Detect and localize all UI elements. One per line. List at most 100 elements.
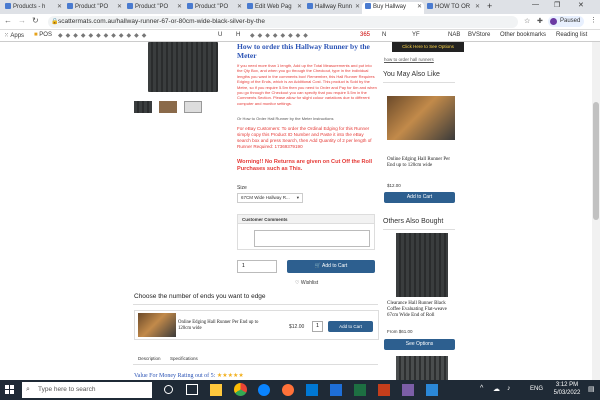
mail-icon[interactable]: [306, 384, 318, 396]
product-image[interactable]: [148, 42, 218, 92]
tab-specifications[interactable]: Specifications: [170, 356, 198, 361]
product-image-partial[interactable]: [396, 356, 448, 380]
profile-button[interactable]: Paused: [548, 16, 584, 27]
instructions-link[interactable]: Or How to Order Hall Runner by the Meter…: [237, 116, 377, 121]
app-icon[interactable]: [426, 384, 438, 396]
also-like-image[interactable]: [387, 96, 455, 140]
see-options-button[interactable]: See Options: [384, 339, 455, 350]
apps-icon: ⁙: [4, 33, 10, 39]
maximize-button[interactable]: ❐: [554, 1, 560, 9]
taskbar-search-input[interactable]: ⌕ Type here to search: [22, 382, 152, 398]
scrollbar-thumb[interactable]: [593, 102, 599, 220]
extensions-icon[interactable]: ✚: [537, 17, 543, 25]
excel-icon[interactable]: [354, 384, 366, 396]
browser-tab[interactable]: HOW TO OR ✕: [424, 2, 482, 14]
options-banner[interactable]: Click Here to See Options: [392, 42, 464, 52]
address-toolbar: ← → ↻ 🔒 scattermats.com.au/hallway-runner…: [0, 14, 600, 30]
browser-tab-active[interactable]: Buy Hallway ✕: [362, 2, 424, 14]
comments-textarea[interactable]: [254, 230, 370, 247]
browser-tab[interactable]: Product "PO ✕: [64, 2, 124, 14]
browser-tab[interactable]: Product "PO ✕: [124, 2, 184, 14]
notification-icon[interactable]: ▤: [588, 385, 595, 393]
close-icon[interactable]: ✕: [297, 2, 302, 13]
browser-tab[interactable]: Products - h ✕: [2, 2, 64, 14]
tab-favicon-icon: [307, 3, 313, 10]
app-icon[interactable]: [402, 384, 414, 396]
thumbnail-image[interactable]: [159, 101, 177, 113]
bookmark-icons-group[interactable]: ◆◆◆◆◆◆◆◆: [250, 32, 311, 39]
close-icon[interactable]: ✕: [417, 2, 422, 13]
edge-icon[interactable]: [258, 384, 270, 396]
also-like-name[interactable]: Online Edging Hall Runner Per End up to …: [387, 157, 455, 169]
banner-link[interactable]: how to order hall runners: [384, 57, 434, 62]
taskbar: ⌕ Type here to search ^ ☁ ♪ ENG 3:12 PM 5/…: [0, 380, 600, 400]
network-icon[interactable]: ☁: [493, 385, 500, 393]
windows-start-icon[interactable]: [5, 385, 15, 395]
window-close-button[interactable]: ✕: [578, 1, 584, 9]
bookmark-n[interactable]: N: [382, 32, 386, 38]
bookmark-yf[interactable]: YF: [412, 32, 420, 38]
back-icon[interactable]: ←: [4, 16, 12, 25]
word-icon[interactable]: [330, 384, 342, 396]
divider: [133, 364, 378, 365]
browser-tab[interactable]: Hallway Runn ✕: [304, 2, 362, 14]
close-icon[interactable]: ✕: [177, 2, 182, 13]
firefox-icon[interactable]: [282, 384, 294, 396]
thumbnail-image[interactable]: [184, 101, 202, 113]
reading-list[interactable]: Reading list: [556, 32, 587, 38]
edge-price: $12.00: [289, 324, 305, 330]
page-content: How to order this Hallway Runner by the …: [0, 42, 600, 380]
browser-tab[interactable]: Edit Web Pag ✕: [244, 2, 304, 14]
bookmark-365[interactable]: 365: [360, 32, 370, 38]
also-bought-image[interactable]: [396, 233, 448, 297]
other-bookmarks[interactable]: Other bookmarks: [500, 32, 546, 38]
edge-add-to-cart-button[interactable]: Add to Cart: [328, 321, 373, 332]
cart-icon: 🛒: [314, 263, 321, 269]
url-bar[interactable]: 🔒 scattermats.com.au/hallway-runner-67-or…: [48, 16, 518, 28]
browser-tab[interactable]: Product "PO ✕: [184, 2, 244, 14]
edges-title: Choose the number of ends you want to ed…: [134, 293, 266, 300]
also-bought-name[interactable]: Clearance Hall Runner Black Coffee Evalu…: [387, 301, 459, 319]
powerpoint-icon[interactable]: [378, 384, 390, 396]
bookmark-apps[interactable]: ⁙ Apps: [4, 32, 24, 39]
task-view-icon[interactable]: [186, 384, 198, 395]
reload-icon[interactable]: ↻: [32, 16, 39, 25]
close-icon[interactable]: ✕: [355, 2, 360, 13]
file-explorer-icon[interactable]: [210, 384, 222, 396]
bookmark-icons-group[interactable]: ◆◆◆◆◆◆◆◆◆◆◆◆: [58, 32, 149, 39]
tab-description[interactable]: Description: [138, 356, 161, 361]
size-select[interactable]: 67CM Wide Hallway R... ▾: [237, 193, 303, 203]
bookmark-pos[interactable]: ■ POS: [34, 32, 52, 38]
quantity-input[interactable]: 1: [237, 260, 277, 273]
bookmark-u[interactable]: U: [218, 32, 222, 38]
edge-quantity-input[interactable]: 1: [312, 321, 323, 332]
volume-icon[interactable]: ♪: [507, 385, 511, 392]
close-icon[interactable]: ✕: [237, 2, 242, 13]
language-indicator[interactable]: ENG: [530, 386, 543, 392]
product-heading: How to order this Hallway Runner by the …: [237, 42, 370, 60]
bookmark-nab[interactable]: NAB: [448, 32, 460, 38]
menu-icon[interactable]: ⋮: [590, 16, 597, 24]
new-tab-button[interactable]: +: [487, 1, 492, 11]
star-icon[interactable]: ☆: [524, 17, 530, 25]
close-icon[interactable]: ✕: [475, 2, 480, 13]
minimize-button[interactable]: —: [532, 1, 539, 8]
chrome-icon[interactable]: [234, 383, 247, 396]
also-like-price: $12.00: [387, 183, 401, 188]
tray-chevron-icon[interactable]: ^: [480, 385, 483, 392]
forward-icon[interactable]: →: [18, 16, 26, 25]
close-icon[interactable]: ✕: [117, 2, 122, 13]
close-icon[interactable]: ✕: [57, 2, 62, 13]
clock[interactable]: 3:12 PM 5/03/2022: [550, 381, 584, 397]
wishlist-link[interactable]: ♡ Wishlist: [295, 280, 318, 286]
bookmark-label: Apps: [10, 33, 25, 39]
thumbnail-image[interactable]: [134, 101, 152, 113]
also-like-add-button[interactable]: Add to Cart: [384, 192, 455, 203]
add-to-cart-button[interactable]: 🛒 Add to Cart: [287, 260, 375, 273]
edge-product-image[interactable]: [138, 313, 176, 337]
bookmark-h[interactable]: H: [236, 32, 240, 38]
edge-product-name[interactable]: Online Edging Hall Runner Per End up to …: [178, 320, 268, 332]
bookmark-label: U: [218, 32, 223, 38]
cortana-icon[interactable]: [164, 385, 173, 394]
bookmark-bvstore[interactable]: BVStore: [468, 32, 490, 38]
